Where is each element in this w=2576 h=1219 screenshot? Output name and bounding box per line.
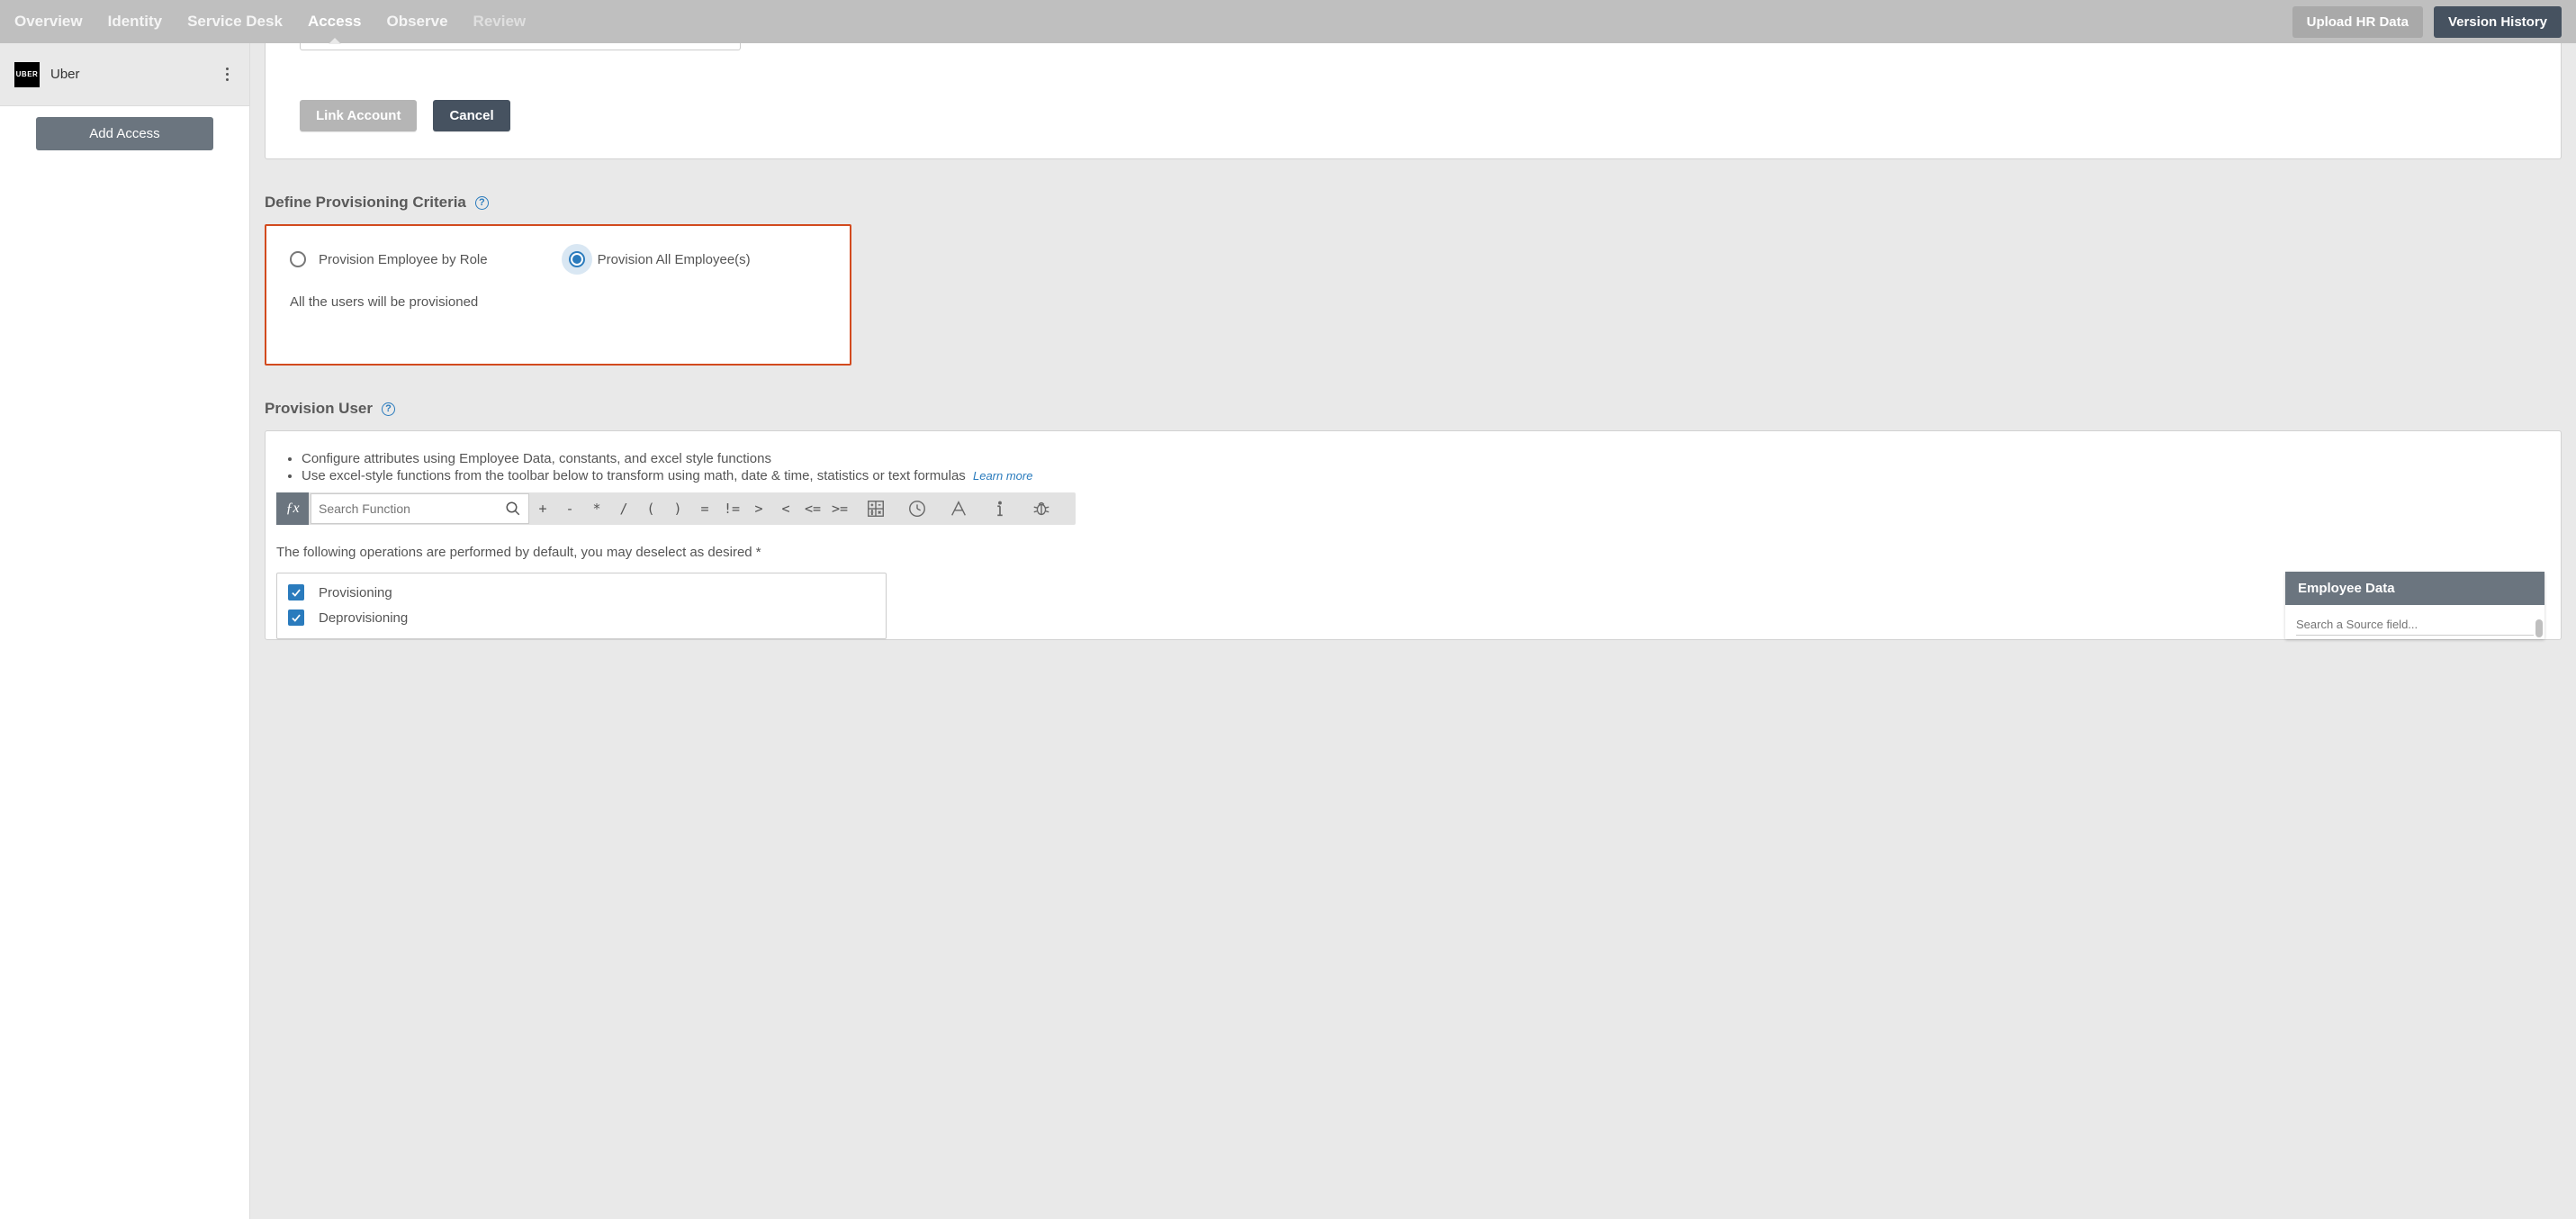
cancel-button[interactable]: Cancel bbox=[433, 100, 509, 131]
upload-hr-data-button[interactable]: Upload HR Data bbox=[2292, 6, 2423, 38]
org-row: UBER Uber bbox=[0, 43, 249, 106]
nav-tab-service-desk[interactable]: Service Desk bbox=[187, 0, 283, 43]
employee-data-panel: Employee Data bbox=[2285, 572, 2544, 639]
function-search[interactable] bbox=[311, 493, 529, 524]
op-plus[interactable]: + bbox=[529, 501, 556, 517]
operations-intro: The following operations are performed b… bbox=[276, 545, 2550, 560]
text-icon[interactable] bbox=[949, 499, 968, 519]
section-title: Provision User bbox=[265, 400, 373, 418]
check-row-deprovisioning: Deprovisioning bbox=[288, 610, 875, 626]
op-div[interactable]: / bbox=[610, 501, 637, 517]
debug-icon[interactable] bbox=[1031, 499, 1051, 519]
op-minus[interactable]: - bbox=[556, 501, 583, 517]
op-gt[interactable]: > bbox=[745, 501, 772, 517]
learn-more-link[interactable]: Learn more bbox=[973, 469, 1032, 483]
op-neq[interactable]: != bbox=[718, 501, 745, 517]
search-icon bbox=[505, 501, 521, 517]
op-mult[interactable]: * bbox=[583, 501, 610, 517]
operator-list: + - * / ( ) = != > < <= >= bbox=[529, 492, 853, 525]
help-icon[interactable]: ? bbox=[475, 196, 489, 210]
section-header-provisioning-criteria: Define Provisioning Criteria ? bbox=[265, 194, 2562, 212]
op-gte[interactable]: >= bbox=[826, 501, 853, 517]
checkbox-provisioning[interactable] bbox=[288, 584, 304, 600]
nav-tab-observe[interactable]: Observe bbox=[387, 0, 448, 43]
op-paren-open[interactable]: ( bbox=[637, 501, 664, 517]
instruction-item: Use excel-style functions from the toolb… bbox=[302, 468, 2550, 483]
version-history-button[interactable]: Version History bbox=[2434, 6, 2562, 38]
nav-tab-overview[interactable]: Overview bbox=[14, 0, 83, 43]
employee-data-search-input[interactable] bbox=[2296, 614, 2534, 636]
scrollbar-thumb[interactable] bbox=[2535, 619, 2543, 637]
radio-label: Provision Employee by Role bbox=[319, 252, 488, 267]
section-header-provision-user: Provision User ? bbox=[265, 400, 2562, 418]
nav-tab-review[interactable]: Review bbox=[473, 0, 527, 43]
add-access-button[interactable]: Add Access bbox=[36, 117, 213, 150]
radio-icon bbox=[569, 251, 585, 267]
input-field-stub[interactable] bbox=[300, 43, 741, 50]
org-name: Uber bbox=[50, 67, 219, 82]
checkbox-label: Deprovisioning bbox=[319, 610, 408, 626]
provisioning-criteria-box: Provision Employee by Role Provision All… bbox=[265, 224, 851, 366]
op-lt[interactable]: < bbox=[772, 501, 799, 517]
top-nav: Overview Identity Service Desk Access Ob… bbox=[0, 0, 2576, 43]
main-content: Link Account Cancel Define Provisioning … bbox=[250, 43, 2576, 1219]
radio-label: Provision All Employee(s) bbox=[598, 252, 751, 267]
checkbox-label: Provisioning bbox=[319, 585, 392, 600]
operations-list: Provisioning Deprovisioning bbox=[276, 573, 887, 639]
math-icon[interactable] bbox=[866, 499, 886, 519]
help-icon[interactable]: ? bbox=[382, 402, 395, 416]
op-paren-close[interactable]: ) bbox=[664, 501, 691, 517]
fx-label-icon: ƒx bbox=[276, 492, 309, 525]
provision-user-card: Configure attributes using Employee Data… bbox=[265, 430, 2562, 640]
employee-data-header: Employee Data bbox=[2285, 572, 2544, 605]
org-logo: UBER bbox=[14, 62, 40, 87]
function-toolbar: ƒx + - * / ( ) = != > < <= >= bbox=[276, 492, 1076, 525]
nav-tabs: Overview Identity Service Desk Access Ob… bbox=[14, 0, 526, 43]
function-search-input[interactable] bbox=[319, 501, 505, 516]
checkbox-deprovisioning[interactable] bbox=[288, 610, 304, 626]
link-account-card: Link Account Cancel bbox=[265, 43, 2562, 159]
op-lte[interactable]: <= bbox=[799, 501, 826, 517]
info-icon[interactable] bbox=[990, 499, 1010, 519]
clock-icon[interactable] bbox=[907, 499, 927, 519]
radio-icon bbox=[290, 251, 306, 267]
instruction-item: Configure attributes using Employee Data… bbox=[302, 451, 2550, 466]
kebab-menu-icon[interactable] bbox=[219, 68, 235, 81]
nav-tab-identity[interactable]: Identity bbox=[108, 0, 162, 43]
nav-tab-access[interactable]: Access bbox=[308, 0, 362, 43]
radio-provision-by-role[interactable]: Provision Employee by Role bbox=[290, 251, 488, 267]
op-eq[interactable]: = bbox=[691, 501, 718, 517]
check-row-provisioning: Provisioning bbox=[288, 584, 875, 600]
instruction-list: Configure attributes using Employee Data… bbox=[302, 451, 2550, 483]
provisioning-description: All the users will be provisioned bbox=[290, 294, 826, 310]
link-account-button[interactable]: Link Account bbox=[300, 100, 417, 131]
radio-provision-all[interactable]: Provision All Employee(s) bbox=[569, 251, 751, 267]
sidebar: UBER Uber Add Access bbox=[0, 43, 250, 1219]
section-title: Define Provisioning Criteria bbox=[265, 194, 466, 212]
